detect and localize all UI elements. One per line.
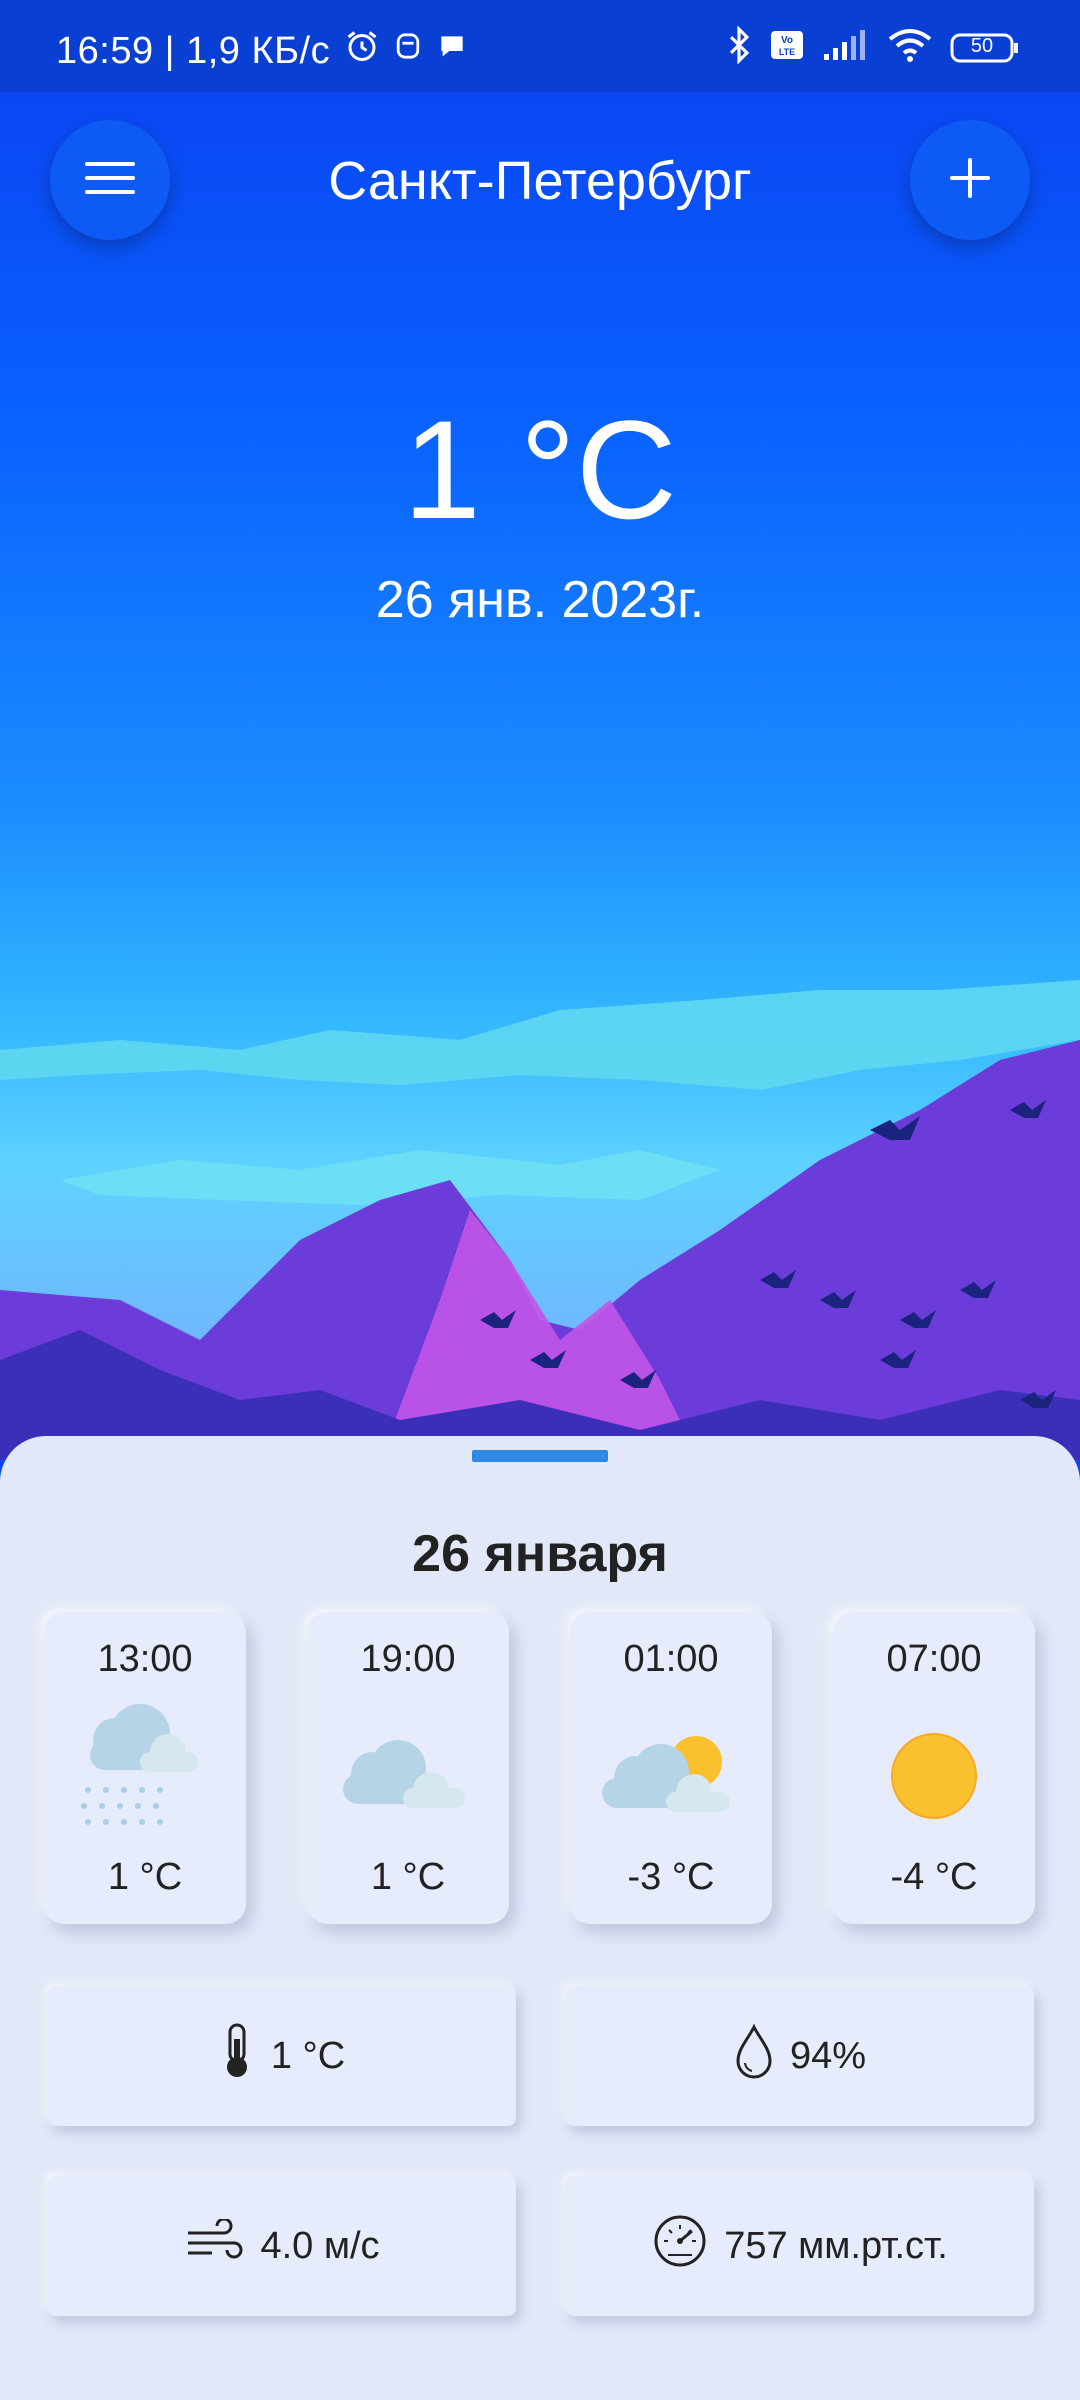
sun-icon — [859, 1696, 1009, 1836]
hourly-card[interactable]: 13:00 1 °C — [44, 1612, 246, 1924]
volte-icon: Vo LTE — [770, 30, 804, 65]
battery-icon: 50 — [950, 33, 1020, 63]
bluetooth-icon — [726, 25, 752, 69]
forecast-day-title: 26 января — [412, 1525, 668, 1583]
thermometer-icon — [219, 2021, 255, 2091]
pressure-stat-card: 757 мм.рт.ст. — [566, 2176, 1034, 2316]
alarm-icon — [344, 28, 380, 74]
water-drop-icon — [734, 2023, 774, 2089]
gauge-icon — [652, 2213, 708, 2279]
cloud-snow-icon — [70, 1696, 220, 1836]
humidity-value: 94% — [789, 2034, 867, 2077]
battery-level: 50 — [970, 34, 994, 57]
svg-text:LTE: LTE — [779, 47, 795, 57]
plus-icon — [948, 156, 992, 205]
hour-time: 07:00 — [886, 1638, 982, 1680]
add-city-button[interactable] — [910, 120, 1030, 240]
forecast-sheet[interactable]: 26 января 13:00 1 °C 19:00 1 °C 01:00 -3… — [0, 1436, 1080, 2400]
current-date: 26 янв. 2023г. — [375, 571, 705, 629]
hour-time: 13:00 — [97, 1638, 193, 1680]
chat-icon — [436, 30, 468, 73]
pressure-value: 757 мм.рт.ст. — [724, 2224, 948, 2267]
status-time: 16:59 | 1,9 КБ/с — [56, 29, 331, 72]
top-bar: Санкт-Петербург — [0, 120, 1080, 240]
svg-text:Vo: Vo — [781, 35, 793, 46]
hourly-card[interactable]: 01:00 -3 °C — [570, 1612, 772, 1924]
hour-time: 19:00 — [360, 1638, 456, 1680]
hour-temperature: -4 °C — [890, 1856, 978, 1898]
hourly-card[interactable]: 19:00 1 °C — [307, 1612, 509, 1924]
temperature-stat-card: 1 °C — [48, 1986, 516, 2126]
hourly-card[interactable]: 07:00 -4 °C — [833, 1612, 1035, 1924]
hour-temperature: 1 °C — [370, 1856, 446, 1898]
wind-value: 4.0 м/с — [260, 2224, 380, 2267]
temperature-value: 1 °C — [270, 2034, 346, 2077]
status-bar: 16:59 | 1,9 КБ/с Vo LTE 50 — [0, 0, 1080, 92]
humidity-stat-card: 94% — [566, 1986, 1034, 2126]
signal-icon — [822, 28, 870, 67]
hour-temperature: -3 °C — [627, 1856, 715, 1898]
sheet-drag-handle[interactable] — [472, 1450, 608, 1462]
cloud-icon — [333, 1696, 483, 1836]
wifi-icon — [888, 27, 932, 68]
current-temperature: 1 °C — [403, 391, 677, 548]
wind-icon — [184, 2217, 244, 2273]
hour-temperature: 1 °C — [107, 1856, 183, 1898]
hour-time: 01:00 — [623, 1638, 719, 1680]
notification-icon — [394, 29, 422, 73]
partly-cloudy-icon — [596, 1696, 746, 1836]
wind-stat-card: 4.0 м/с — [48, 2176, 516, 2316]
